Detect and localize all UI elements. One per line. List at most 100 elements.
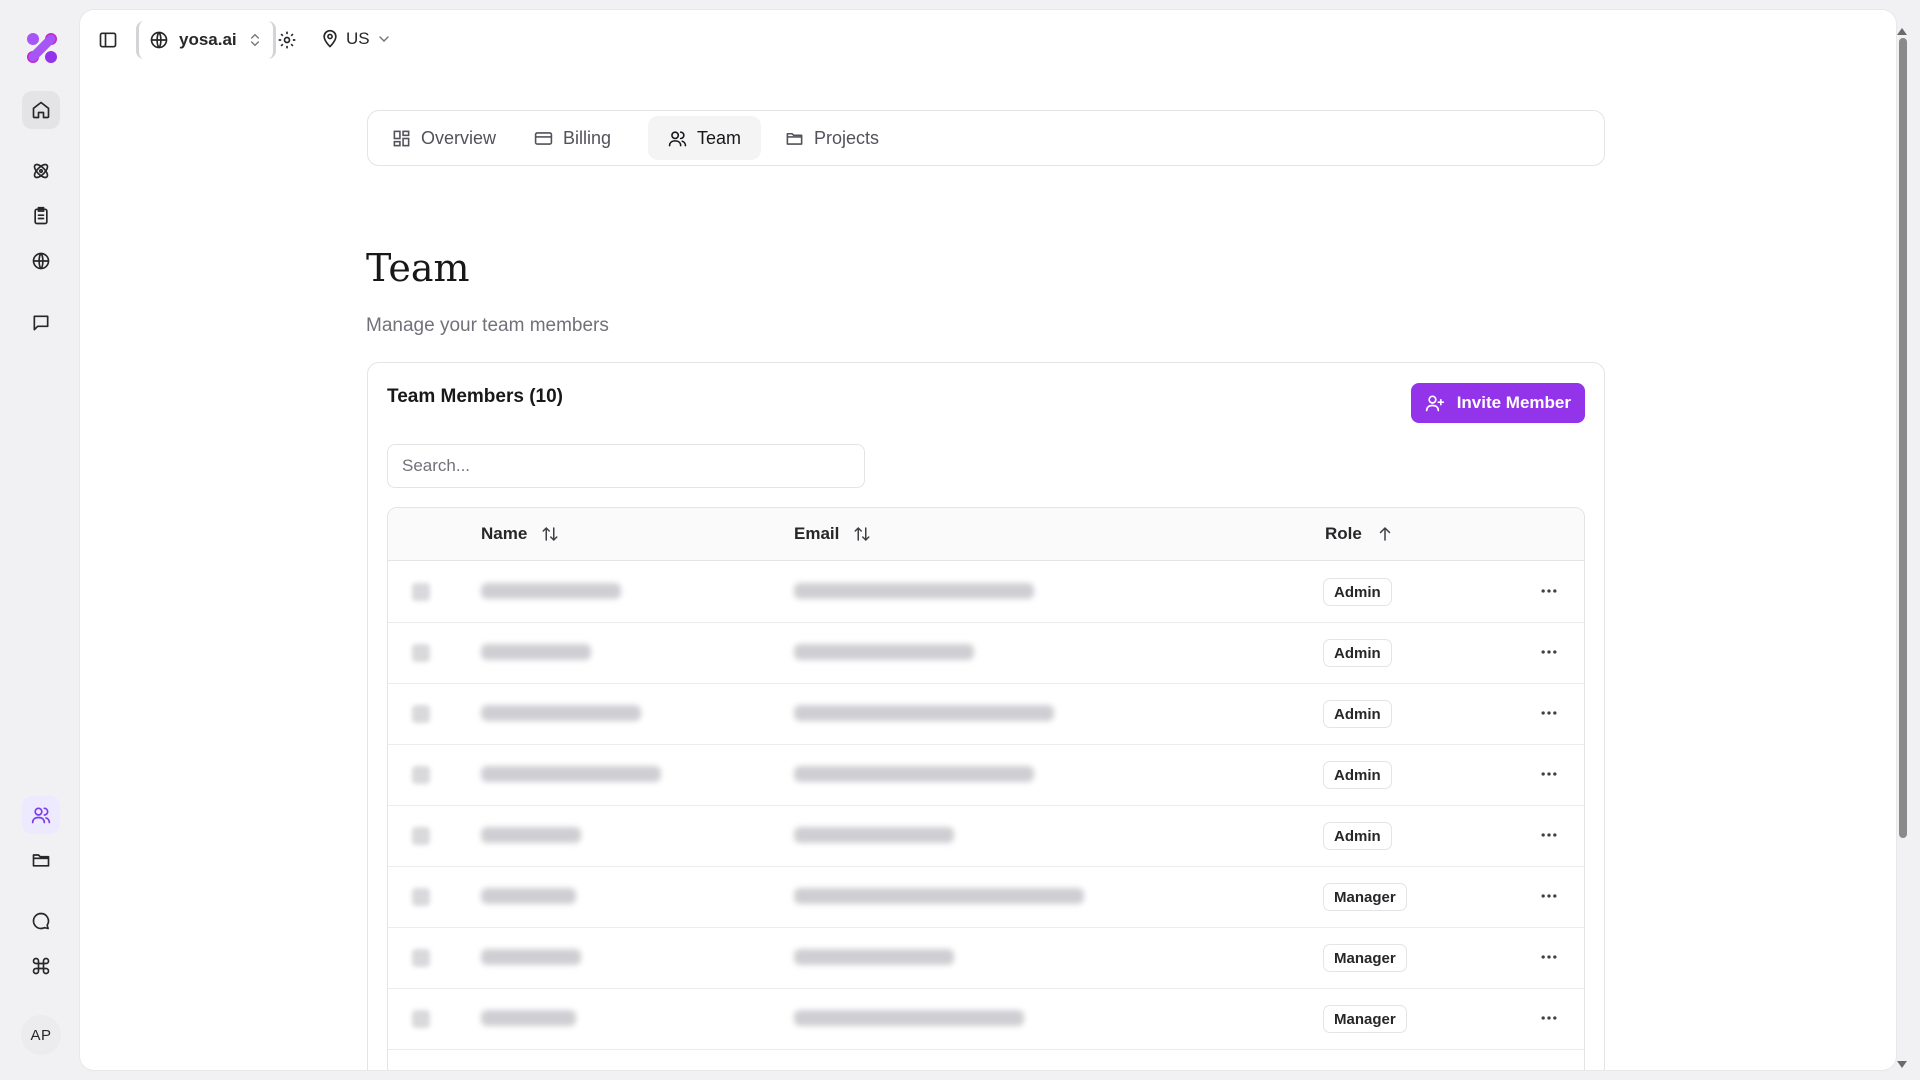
tab-label: Billing — [563, 127, 612, 148]
search-input[interactable] — [387, 444, 865, 488]
section-tabs: Overview Billing Team Projects — [367, 110, 1605, 166]
app-sidebar: AP — [0, 0, 80, 1080]
row-actions-button[interactable] — [1537, 884, 1561, 908]
role-badge: Admin — [1323, 639, 1392, 667]
column-header-name[interactable]: Name — [481, 508, 559, 560]
column-label: Name — [481, 524, 528, 543]
more-horizontal-icon — [1541, 1016, 1557, 1020]
top-bar: yosa.ai US — [80, 10, 1896, 70]
row-checkbox[interactable] — [412, 949, 430, 967]
invite-label: Invite Member — [1456, 393, 1571, 412]
tab-billing[interactable]: Billing — [514, 116, 631, 160]
row-checkbox[interactable] — [412, 1010, 430, 1028]
users-icon — [668, 130, 687, 146]
layout-grid-icon — [393, 130, 410, 146]
table-row[interactable]: Admin — [388, 683, 1584, 745]
globe-icon — [150, 31, 168, 49]
clipboard-icon — [34, 206, 48, 225]
table-row[interactable]: Admin — [388, 622, 1584, 684]
member-email-redacted — [794, 583, 1034, 599]
row-checkbox[interactable] — [412, 888, 430, 906]
column-label: Email — [794, 524, 840, 543]
more-horizontal-icon — [1541, 650, 1557, 654]
row-checkbox[interactable] — [412, 705, 430, 723]
region-label: US — [346, 29, 370, 48]
table-row[interactable]: Manager — [388, 927, 1584, 989]
chevrons-up-down-icon — [250, 33, 259, 47]
row-checkbox[interactable] — [412, 827, 430, 845]
role-badge: Manager — [1323, 1005, 1407, 1033]
tab-overview[interactable]: Overview — [372, 116, 516, 160]
org-name: yosa.ai — [179, 30, 237, 49]
row-actions-button[interactable] — [1537, 701, 1561, 725]
more-horizontal-icon — [1541, 772, 1557, 776]
table-row[interactable]: Admin — [388, 561, 1584, 623]
column-label: Role — [1325, 524, 1362, 543]
settings-button[interactable] — [277, 30, 297, 50]
main-panel: yosa.ai US Overview Billing Team Project… — [80, 10, 1896, 1070]
member-name-redacted — [481, 583, 621, 599]
table-row[interactable]: Admin — [388, 805, 1584, 867]
tab-projects[interactable]: Projects — [765, 116, 899, 160]
table-row[interactable]: Manager — [388, 866, 1584, 928]
more-horizontal-icon — [1541, 894, 1557, 898]
page-subtitle: Manage your team members — [366, 315, 609, 336]
sidebar-logs[interactable] — [22, 197, 60, 235]
role-badge: Admin — [1323, 700, 1392, 728]
row-checkbox[interactable] — [412, 583, 430, 601]
row-actions-button[interactable] — [1537, 762, 1561, 786]
sidebar-team[interactable] — [22, 796, 60, 834]
sidebar-chat[interactable] — [22, 902, 60, 940]
sidebar-home[interactable] — [22, 91, 60, 129]
member-email-redacted — [794, 949, 954, 965]
globe-icon — [32, 252, 50, 270]
members-table: Name Email Role Admin Admin Admin Admin … — [387, 507, 1585, 1070]
row-checkbox[interactable] — [412, 644, 430, 662]
row-checkbox[interactable] — [412, 766, 430, 784]
table-header: Name Email Role — [388, 508, 1584, 561]
role-badge: Admin — [1323, 761, 1392, 789]
sidebar-models[interactable] — [22, 152, 60, 190]
member-name-redacted — [481, 766, 661, 782]
gear-icon — [278, 31, 296, 49]
tab-team[interactable]: Team — [648, 116, 762, 160]
row-actions-button[interactable] — [1537, 1006, 1561, 1030]
scroll-up-arrow[interactable] — [1897, 28, 1907, 35]
arrow-up-icon — [1379, 526, 1391, 541]
sidebar-explore[interactable] — [22, 242, 60, 280]
table-row[interactable]: Manager — [388, 988, 1584, 1050]
app-logo-icon[interactable] — [24, 30, 60, 66]
page-scrollbar[interactable] — [1896, 28, 1908, 1068]
user-avatar[interactable]: AP — [21, 1015, 61, 1055]
users-icon — [31, 807, 51, 824]
column-header-email[interactable]: Email — [794, 508, 871, 560]
member-email-redacted — [794, 827, 954, 843]
region-selector[interactable]: US — [320, 29, 392, 49]
role-badge: Admin — [1323, 578, 1392, 606]
sidebar-messages[interactable] — [22, 304, 60, 342]
sidebar-toggle-icon — [99, 32, 117, 48]
scroll-down-arrow[interactable] — [1897, 1061, 1907, 1068]
member-name-redacted — [481, 827, 581, 843]
home-icon — [32, 101, 50, 119]
row-actions-button[interactable] — [1537, 945, 1561, 969]
invite-member-button[interactable]: Invite Member — [1410, 383, 1585, 423]
more-horizontal-icon — [1541, 955, 1557, 959]
tab-label: Overview — [421, 127, 497, 148]
org-switcher[interactable]: yosa.ai — [136, 21, 276, 59]
row-actions-button[interactable] — [1537, 579, 1561, 603]
tab-label: Team — [697, 127, 742, 148]
member-email-redacted — [794, 888, 1084, 904]
toggle-sidebar-button[interactable] — [98, 30, 118, 50]
table-row[interactable]: Admin — [388, 744, 1584, 806]
card-title: Team Members (10) — [387, 386, 563, 407]
row-actions-button[interactable] — [1537, 640, 1561, 664]
scroll-thumb[interactable] — [1899, 38, 1907, 838]
sidebar-projects[interactable] — [22, 841, 60, 879]
column-header-role[interactable]: Role — [1325, 508, 1394, 560]
member-email-redacted — [794, 705, 1054, 721]
user-plus-icon — [1425, 395, 1444, 412]
more-horizontal-icon — [1541, 589, 1557, 593]
row-actions-button[interactable] — [1537, 823, 1561, 847]
sidebar-command[interactable] — [22, 947, 60, 985]
